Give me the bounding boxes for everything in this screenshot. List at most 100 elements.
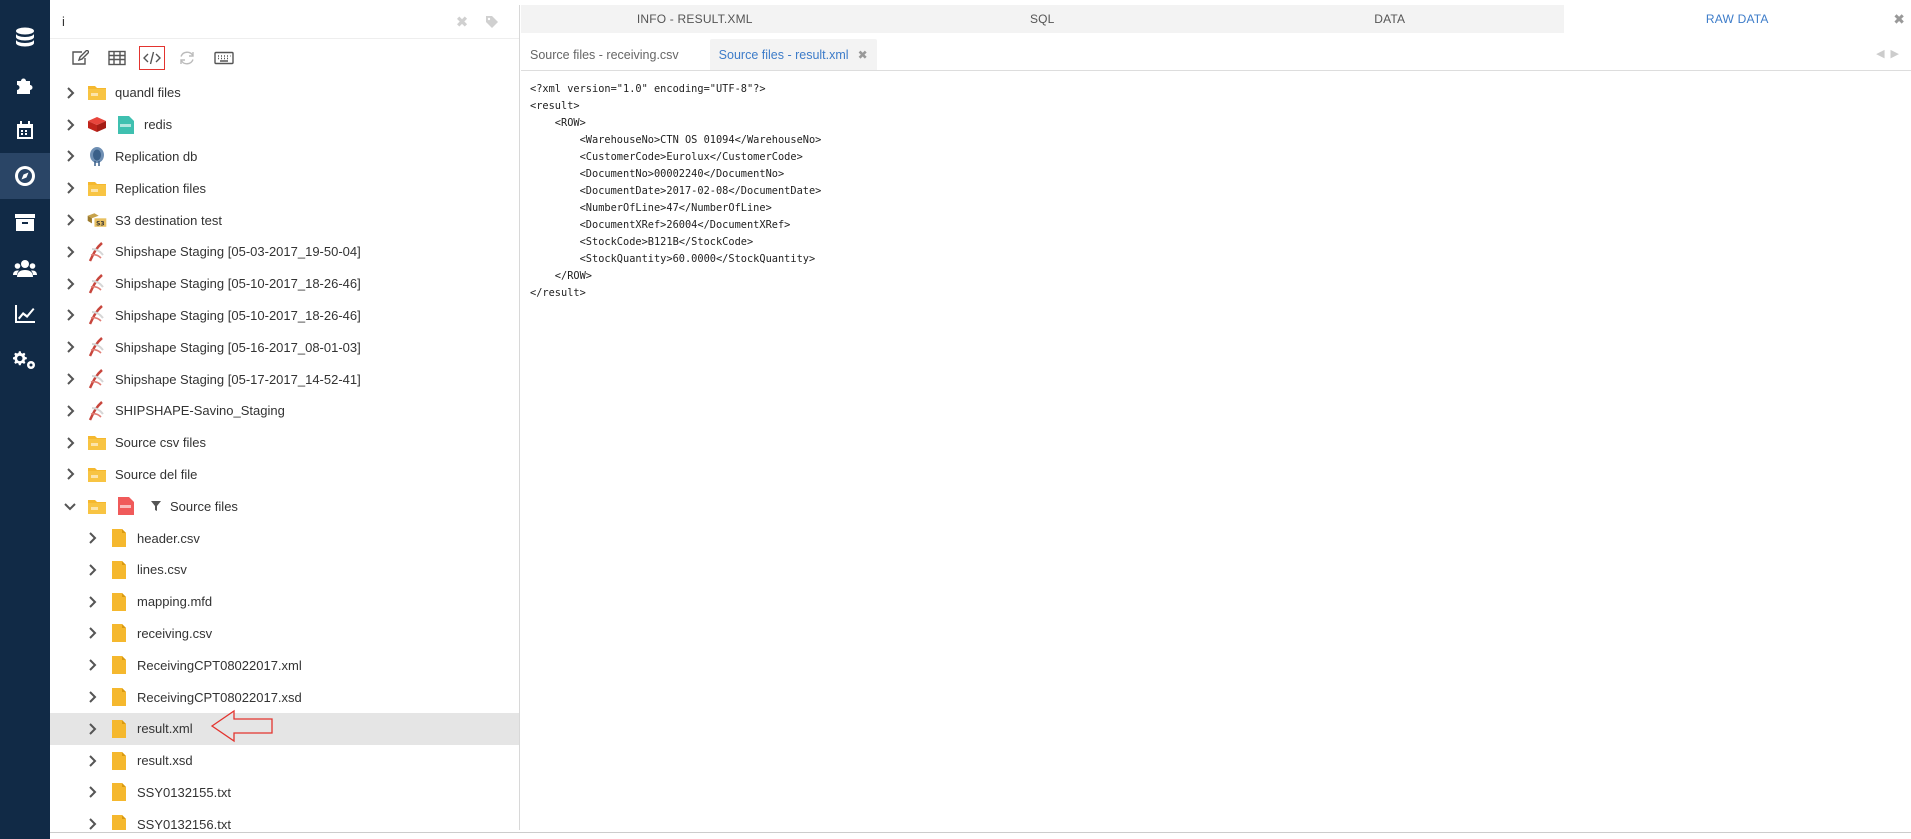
tree-item[interactable]: quandl files	[50, 77, 519, 109]
tree-item-label: Source files	[170, 498, 238, 514]
tree-item[interactable]: SSY0132155.txt	[50, 777, 519, 809]
tree-item-label: header.csv	[137, 530, 200, 546]
tree-item[interactable]: Source del file	[50, 459, 519, 491]
database-icon[interactable]	[0, 15, 50, 61]
tree-item-label: redis	[144, 117, 173, 133]
tree-item[interactable]: Shipshape Staging [05-10-2017_18-26-46]	[50, 300, 519, 332]
chevron-right-icon[interactable]	[84, 530, 100, 546]
chevron-right-icon[interactable]	[84, 753, 100, 769]
raw-data-content[interactable]: <?xml version="1.0" encoding="UTF-8"?> <…	[521, 71, 1911, 312]
tree-item-label: Source csv files	[115, 435, 207, 451]
tree-item[interactable]: Replication files	[50, 172, 519, 204]
chevron-right-icon[interactable]	[84, 816, 100, 830]
chevron-right-icon[interactable]	[62, 180, 78, 196]
tree-item[interactable]: Shipshape Staging [05-03-2017_19-50-04]	[50, 236, 519, 268]
chevron-right-icon[interactable]	[62, 371, 78, 387]
file-icon	[108, 654, 130, 676]
users-icon[interactable]	[0, 245, 50, 291]
file-icon	[108, 813, 130, 830]
chevron-right-icon[interactable]	[84, 689, 100, 705]
filter-icon[interactable]	[150, 495, 162, 517]
file-icon	[108, 718, 130, 740]
chevron-right-icon[interactable]	[62, 276, 78, 292]
tree-item[interactable]: lines.csv	[50, 554, 519, 586]
clear-icon[interactable]: ✖	[447, 12, 477, 32]
tree-item[interactable]: result.xml	[50, 712, 519, 745]
tree-item[interactable]: ReceivingCPT08022017.xsd	[50, 681, 519, 713]
gears-icon[interactable]	[0, 337, 50, 383]
tree-item[interactable]: Shipshape Staging [05-17-2017_14-52-41]	[50, 363, 519, 395]
table-button[interactable]	[102, 45, 132, 71]
tree-item[interactable]: SHIPSHAPE-Savino_Staging	[50, 395, 519, 427]
close-icon[interactable]: ✖	[1893, 11, 1905, 28]
edit-button[interactable]	[65, 45, 95, 71]
tab-info[interactable]: INFO - RESULT.XML	[521, 5, 869, 33]
chevron-right-icon[interactable]	[84, 594, 100, 610]
chevron-right-icon[interactable]	[62, 435, 78, 451]
chevron-right-icon[interactable]	[62, 307, 78, 323]
tree-item[interactable]: Shipshape Staging [05-10-2017_18-26-46]	[50, 268, 519, 300]
folder-icon	[86, 495, 108, 517]
file-icon	[108, 781, 130, 803]
chevron-right-icon[interactable]	[84, 721, 100, 737]
refresh-button[interactable]	[172, 45, 202, 71]
chevron-right-icon[interactable]	[62, 244, 78, 260]
chevron-right-icon[interactable]	[62, 466, 78, 482]
tree-item[interactable]: Source csv files	[50, 427, 519, 459]
subtab-receiving[interactable]: Source files - receiving.csv	[521, 39, 688, 70]
close-tab-icon[interactable]: ✖	[858, 48, 868, 62]
tree-item[interactable]: ReceivingCPT08022017.xml	[50, 649, 519, 681]
tree-item[interactable]: SSY0132156.txt	[50, 808, 519, 830]
chevron-right-icon[interactable]	[84, 562, 100, 578]
search-input[interactable]	[62, 14, 447, 29]
tree-item[interactable]: Shipshape Staging [05-16-2017_08-01-03]	[50, 331, 519, 363]
tree-item[interactable]: Replication db	[50, 141, 519, 173]
bottom-divider	[50, 832, 1911, 833]
sub-tabs: Source files - receiving.csv Source file…	[521, 33, 1911, 71]
chevron-right-icon[interactable]	[84, 625, 100, 641]
chevron-right-icon[interactable]	[62, 148, 78, 164]
keyboard-button[interactable]	[209, 45, 239, 71]
table-icon	[108, 50, 126, 66]
sqlserver-icon	[86, 400, 108, 422]
pdf-icon	[115, 495, 137, 517]
file-icon	[108, 686, 130, 708]
tree-item-label: Shipshape Staging [05-17-2017_14-52-41]	[115, 371, 361, 387]
chevron-right-icon[interactable]	[62, 212, 78, 228]
puzzle-icon[interactable]	[0, 61, 50, 107]
tree-item[interactable]: S3 S3 destination test	[50, 204, 519, 236]
compass-icon[interactable]	[0, 153, 50, 199]
archive-icon[interactable]	[0, 199, 50, 245]
chevron-right-icon[interactable]	[84, 657, 100, 673]
sqlserver-icon	[86, 273, 108, 295]
tree-item-label: ReceivingCPT08022017.xsd	[137, 689, 302, 705]
sidebar: ✖ quandl files redis Replication db Replica…	[50, 5, 520, 830]
calendar-icon[interactable]	[0, 107, 50, 153]
chevron-right-icon[interactable]	[62, 85, 78, 101]
tree-item[interactable]: redis	[50, 109, 519, 141]
sqlserver-icon	[86, 304, 108, 326]
tree-item-label: Shipshape Staging [05-16-2017_08-01-03]	[115, 339, 361, 355]
tab-scroll-arrows-icon[interactable]: ◀▶	[1876, 47, 1905, 60]
chevron-right-icon[interactable]	[84, 784, 100, 800]
file-icon	[108, 527, 130, 549]
tree-item[interactable]: mapping.mfd	[50, 586, 519, 618]
tree-item[interactable]: receiving.csv	[50, 618, 519, 650]
chevron-right-icon[interactable]	[62, 339, 78, 355]
tree-item[interactable]: result.xsd	[50, 745, 519, 777]
chevron-down-icon[interactable]	[62, 498, 78, 514]
tree-item[interactable]: header.csv	[50, 522, 519, 554]
tab-sql[interactable]: SQL	[869, 5, 1217, 33]
chevron-right-icon[interactable]	[62, 403, 78, 419]
tree-item-label: lines.csv	[137, 562, 187, 578]
chart-line-icon[interactable]	[0, 291, 50, 337]
postgres-icon	[86, 145, 108, 167]
main-panel: INFO - RESULT.XML SQL DATA RAW DATA ✖ So…	[521, 5, 1911, 830]
tab-data[interactable]: DATA	[1216, 5, 1564, 33]
tag-icon[interactable]	[477, 12, 507, 32]
chevron-right-icon[interactable]	[62, 117, 78, 133]
subtab-result[interactable]: Source files - result.xml ✖	[709, 39, 877, 70]
tab-raw-data[interactable]: RAW DATA	[1563, 5, 1911, 33]
code-button[interactable]	[139, 46, 165, 70]
tree-item[interactable]: Source files	[50, 490, 519, 522]
